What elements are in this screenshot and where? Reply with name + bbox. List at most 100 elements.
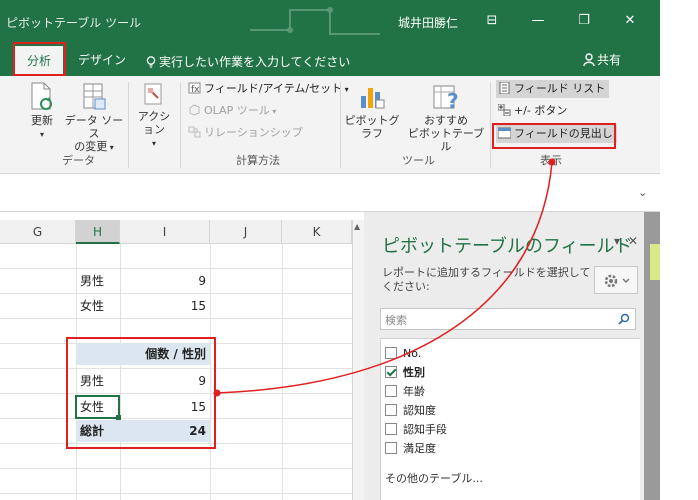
action-icon bbox=[144, 83, 162, 105]
relationships-button[interactable]: リレーションシップ bbox=[188, 124, 303, 142]
tell-me-text: 実行したい作業を入力してください bbox=[159, 55, 351, 69]
title-bar: ピボットテーブル ツール 城井田勝仁 ⊟ — ❐ ✕ bbox=[0, 0, 660, 44]
cell-label[interactable]: 女性 bbox=[80, 295, 120, 317]
column-header-g[interactable]: G bbox=[0, 220, 76, 244]
field-list-icon bbox=[499, 82, 510, 94]
share-button[interactable]: 共有 bbox=[583, 51, 621, 68]
expand-formula-icon[interactable]: ⌄ bbox=[638, 186, 647, 199]
action-button[interactable]: アクション ▾ bbox=[134, 82, 174, 150]
olap-tools-label: OLAP ツール bbox=[204, 104, 270, 117]
vertical-scrollbar[interactable]: ▲ bbox=[352, 220, 364, 500]
fields-items-sets-button[interactable]: fx フィールド/アイテム/セット ▾ bbox=[188, 80, 349, 98]
change-source-label-1: データ ソース bbox=[64, 114, 124, 140]
outer-background bbox=[660, 0, 698, 500]
field-search-input[interactable]: 検索 bbox=[380, 308, 636, 330]
tab-row: 分析 デザイン 実行したい作業を入力してください 共有 bbox=[0, 44, 660, 76]
relationships-label: リレーションシップ bbox=[204, 126, 303, 139]
separator bbox=[128, 82, 129, 168]
column-header-i[interactable]: I bbox=[120, 220, 210, 244]
field-item[interactable]: 性別 bbox=[385, 364, 425, 382]
plus-minus-icon bbox=[498, 104, 511, 116]
ribbon-display-options-icon[interactable]: ⊟ bbox=[480, 10, 504, 32]
scroll-up-icon[interactable]: ▲ bbox=[354, 222, 360, 231]
pivot-field-pane: ピボットテーブルのフィールド ▾ ✕ レポートに追加するフィールドを選択してくだ… bbox=[364, 212, 644, 500]
recommended-label-2: ピボットテーブル bbox=[407, 127, 485, 153]
pivot-chart-label: ピボットグラフ bbox=[344, 114, 400, 140]
relationships-icon bbox=[188, 126, 201, 138]
pivot-chart-button[interactable]: ピボットグラフ bbox=[344, 82, 400, 140]
column-header-h[interactable]: H bbox=[76, 220, 120, 244]
app-title: ピボットテーブル ツール bbox=[6, 16, 142, 30]
change-source-button[interactable]: データ ソース の変更 ▾ bbox=[62, 82, 126, 154]
checkbox[interactable] bbox=[385, 347, 397, 359]
field-name: 満足度 bbox=[403, 442, 436, 455]
user-name[interactable]: 城井田勝仁 bbox=[398, 14, 458, 31]
formula-bar[interactable]: ⌄ bbox=[0, 176, 660, 212]
plus-minus-label: +/- ボタン bbox=[514, 104, 568, 117]
search-icon bbox=[618, 313, 630, 325]
field-item[interactable]: 認知度 bbox=[385, 402, 436, 420]
recommended-label-1: おすすめ bbox=[424, 114, 468, 127]
search-placeholder: 検索 bbox=[385, 314, 407, 327]
restore-icon[interactable]: ❐ bbox=[572, 10, 596, 32]
field-item[interactable]: 年齢 bbox=[385, 383, 425, 401]
grid-line bbox=[0, 318, 352, 319]
group-label-data: データ bbox=[62, 154, 95, 167]
olap-icon bbox=[189, 104, 200, 116]
refresh-label: 更新 bbox=[31, 114, 53, 127]
checkbox[interactable] bbox=[385, 385, 397, 397]
svg-text:?: ? bbox=[447, 89, 459, 112]
field-name: 認知度 bbox=[403, 404, 436, 417]
group-label-tools: ツール bbox=[402, 154, 435, 167]
svg-text:fx: fx bbox=[191, 85, 200, 94]
column-header-k[interactable]: K bbox=[282, 220, 352, 244]
other-tables-link[interactable]: その他のテーブル... bbox=[385, 470, 483, 486]
field-name: No. bbox=[403, 347, 422, 360]
side-tab bbox=[650, 244, 660, 280]
field-list-label: フィールド リスト bbox=[514, 82, 606, 95]
field-list-button[interactable]: フィールド リスト bbox=[496, 80, 610, 98]
close-icon[interactable]: ✕ bbox=[618, 10, 642, 32]
grid-line bbox=[0, 268, 352, 269]
field-item[interactable]: 満足度 bbox=[385, 440, 436, 458]
minimize-icon[interactable]: — bbox=[526, 10, 550, 32]
group-label-calculations: 計算方法 bbox=[236, 154, 280, 167]
field-name: 年齢 bbox=[403, 385, 425, 398]
circuit-art bbox=[250, 7, 380, 35]
recommended-pivot-icon: ? bbox=[433, 85, 459, 112]
checkbox[interactable] bbox=[385, 404, 397, 416]
cell-label[interactable]: 男性 bbox=[80, 270, 120, 292]
grid-line bbox=[0, 468, 352, 469]
field-headers-highlight bbox=[492, 123, 616, 149]
recommended-pivot-button[interactable]: ? おすすめ ピボットテーブル bbox=[404, 82, 488, 153]
field-item[interactable]: 認知手段 bbox=[385, 421, 447, 439]
pivot-chart-icon bbox=[361, 88, 385, 109]
pane-settings-button[interactable] bbox=[594, 266, 638, 294]
action-label: アクション bbox=[137, 110, 171, 136]
analyze-tab-highlight bbox=[13, 42, 66, 76]
checkbox[interactable] bbox=[385, 442, 397, 454]
field-name: 認知手段 bbox=[403, 423, 447, 436]
person-icon bbox=[583, 53, 595, 67]
checkbox[interactable] bbox=[385, 423, 397, 435]
column-header-j[interactable]: J bbox=[210, 220, 282, 244]
separator bbox=[340, 82, 341, 168]
refresh-button[interactable]: 更新 ▾ bbox=[24, 82, 60, 141]
gear-icon bbox=[604, 274, 630, 288]
pane-close-icon[interactable]: ✕ bbox=[628, 234, 638, 248]
cell-value[interactable]: 9 bbox=[122, 270, 206, 292]
plus-minus-button[interactable]: +/- ボタン bbox=[496, 102, 567, 120]
olap-tools-button[interactable]: OLAP ツール ▾ bbox=[188, 102, 276, 120]
checkbox-checked[interactable] bbox=[385, 366, 397, 378]
pivot-table-highlight bbox=[66, 337, 216, 449]
refresh-icon bbox=[31, 82, 52, 110]
fields-items-icon: fx bbox=[188, 82, 201, 94]
grid-line bbox=[0, 293, 352, 294]
share-label: 共有 bbox=[597, 53, 622, 67]
pane-options-icon[interactable]: ▾ bbox=[614, 234, 620, 248]
field-item[interactable]: No. bbox=[385, 345, 421, 363]
tell-me-box[interactable]: 実行したい作業を入力してください bbox=[146, 53, 350, 70]
cell-value[interactable]: 15 bbox=[122, 295, 206, 317]
data-source-icon bbox=[83, 83, 106, 110]
tab-design[interactable]: デザイン bbox=[72, 48, 132, 72]
